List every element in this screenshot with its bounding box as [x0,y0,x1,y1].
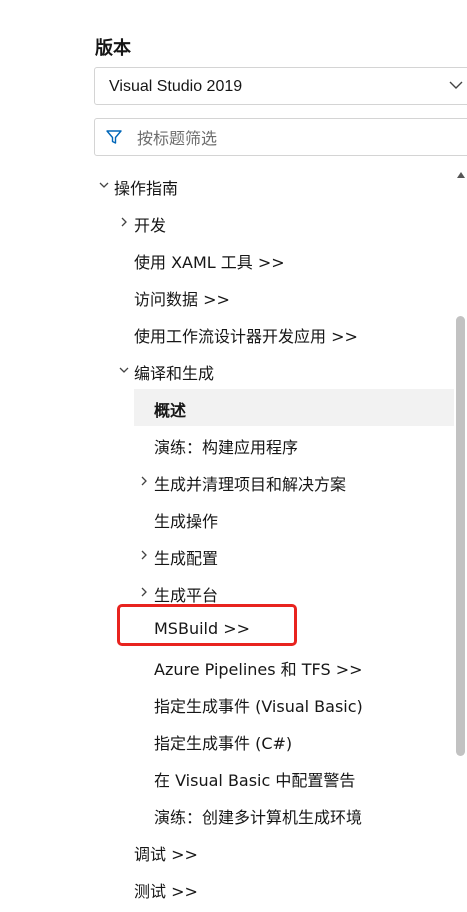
toc-item[interactable]: 访问数据 >> [94,278,454,315]
version-dropdown-value: Visual Studio 2019 [109,78,243,95]
toc-item[interactable]: MSBuild >> [94,611,454,648]
toc-item-label: 生成并清理项目和解决方案 [154,475,347,494]
toc-item[interactable]: 测试 >> [94,870,454,907]
toc-item-label: 编译和生成 [134,364,215,383]
chevron-down-icon[interactable] [99,179,109,191]
toc-item-label: Azure Pipelines 和 TFS >> [154,660,363,679]
toc-item-label: 测试 >> [134,882,198,901]
filter-box[interactable] [94,118,467,156]
toc-item[interactable]: 调试 >> [94,833,454,870]
toc-item[interactable]: 使用 XAML 工具 >> [94,241,454,278]
toc-node[interactable]: 生成平台 [94,574,454,611]
toc-item-label: 开发 [134,216,167,235]
toc-item-label: 在 Visual Basic 中配置警告 [154,771,356,790]
toc-node[interactable]: 开发 [94,204,454,241]
toc-item[interactable]: 指定生成事件 (Visual Basic) [94,685,454,722]
toc-item-label: 访问数据 >> [134,290,230,309]
toc-item-label: 演练：构建应用程序 [154,438,299,457]
toc-item[interactable]: 概述 [94,389,454,426]
toc-item-label: 调试 >> [134,845,198,864]
toc-tree: 操作指南开发使用 XAML 工具 >> 访问数据 >> 使用工作流设计器开发应用 >… [94,166,454,912]
scroll-up-arrow-icon[interactable] [457,172,465,178]
toc-item-label: 生成操作 [154,512,219,531]
toc-item-label: 使用工作流设计器开发应用 >> [134,327,358,346]
toc-item[interactable]: 生成操作 [94,500,454,537]
toc-item-label: 操作指南 [114,179,179,198]
filter-funnel-icon [106,130,122,144]
chevron-right-icon[interactable] [139,475,149,487]
toc-node[interactable]: 操作指南 [94,167,454,204]
toc-item-label: 生成平台 [154,586,219,605]
toc-item-label: 使用 XAML 工具 >> [134,253,285,272]
chevron-right-icon[interactable] [139,586,149,598]
scrollbar-thumb[interactable] [456,316,465,756]
toc-node[interactable]: 生成并清理项目和解决方案 [94,463,454,500]
chevron-right-icon[interactable] [119,216,129,228]
toc-item[interactable]: Azure Pipelines 和 TFS >> [94,648,454,685]
toc-item-label: 指定生成事件 (C#) [154,734,293,753]
toc-item-label: MSBuild >> [154,619,251,638]
chevron-down-icon[interactable] [119,364,129,376]
version-dropdown[interactable]: Visual Studio 2019 [94,67,467,105]
toc-item[interactable]: 在 Visual Basic 中配置警告 [94,759,454,796]
toc-item-label: 概述 [154,401,187,420]
toc-scrollbar[interactable] [454,166,467,912]
toc-item[interactable]: 指定生成事件 (C#) [94,722,454,759]
filter-input[interactable] [135,125,459,151]
toc-item[interactable]: 演练：创建多计算机生成环境 [94,796,454,833]
chevron-down-icon [449,81,463,89]
toc-node[interactable]: 生成配置 [94,537,454,574]
version-label: 版本 [95,38,131,58]
toc-item-label: 演练：创建多计算机生成环境 [154,808,363,827]
toc-node[interactable]: 编译和生成 [94,352,454,389]
toc-item[interactable]: 使用工作流设计器开发应用 >> [94,315,454,352]
docs-toc-panel: 版本 Visual Studio 2019 操作指南开发使用 XAML 工具 >… [0,0,467,912]
chevron-right-icon[interactable] [139,549,149,561]
toc-item-label: 指定生成事件 (Visual Basic) [154,697,363,716]
toc-item[interactable]: 演练：构建应用程序 [94,426,454,463]
toc-item-label: 生成配置 [154,549,219,568]
